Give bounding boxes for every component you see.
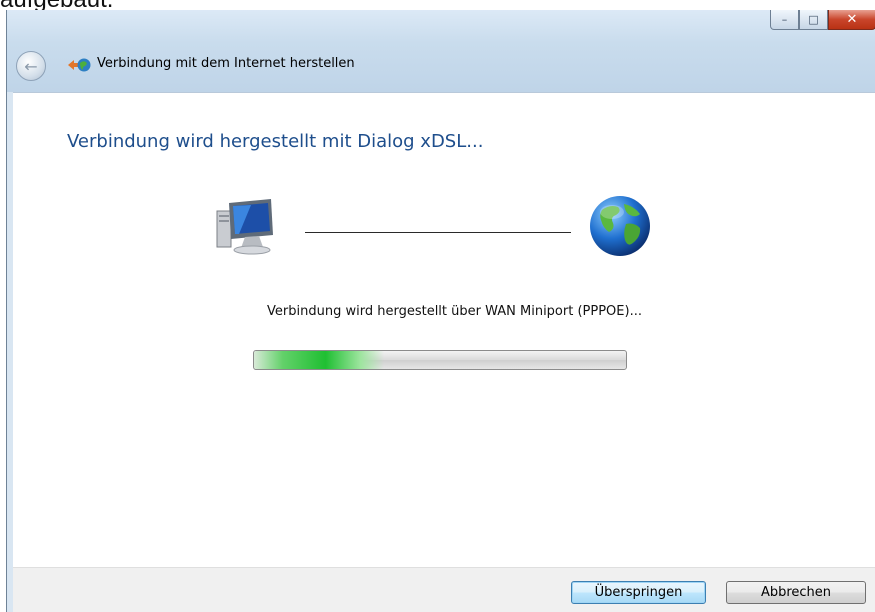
skip-button[interactable]: Überspringen: [571, 581, 706, 604]
globe-icon: [590, 196, 650, 256]
button-bar: Überspringen Abbrechen: [13, 567, 875, 612]
wizard-title: Verbindung mit dem Internet herstellen: [97, 56, 355, 71]
connection-line: [305, 232, 571, 233]
cancel-button[interactable]: Abbrechen: [726, 581, 866, 604]
title-bar: – □ ✕ ← Verbindung mit dem Internet hers…: [7, 10, 875, 92]
connect-dialog: – □ ✕ ← Verbindung mit dem Internet hers…: [6, 10, 875, 612]
close-button[interactable]: ✕: [828, 10, 875, 30]
wizard-content: Verbindung wird hergestellt mit Dialog x…: [13, 92, 875, 568]
back-button[interactable]: ←: [16, 51, 46, 81]
maximize-button[interactable]: □: [799, 10, 828, 30]
connection-progress-bar: [253, 350, 627, 370]
connection-status-text: Verbindung wird hergestellt über WAN Min…: [267, 304, 642, 319]
caption-buttons: – □ ✕: [770, 10, 875, 31]
network-connect-icon: [68, 58, 91, 72]
back-arrow-icon: ←: [24, 56, 38, 76]
minimize-button[interactable]: –: [770, 10, 799, 30]
page-heading: Verbindung wird hergestellt mit Dialog x…: [67, 131, 484, 152]
computer-icon: [216, 199, 273, 255]
progress-fill: [254, 351, 385, 369]
